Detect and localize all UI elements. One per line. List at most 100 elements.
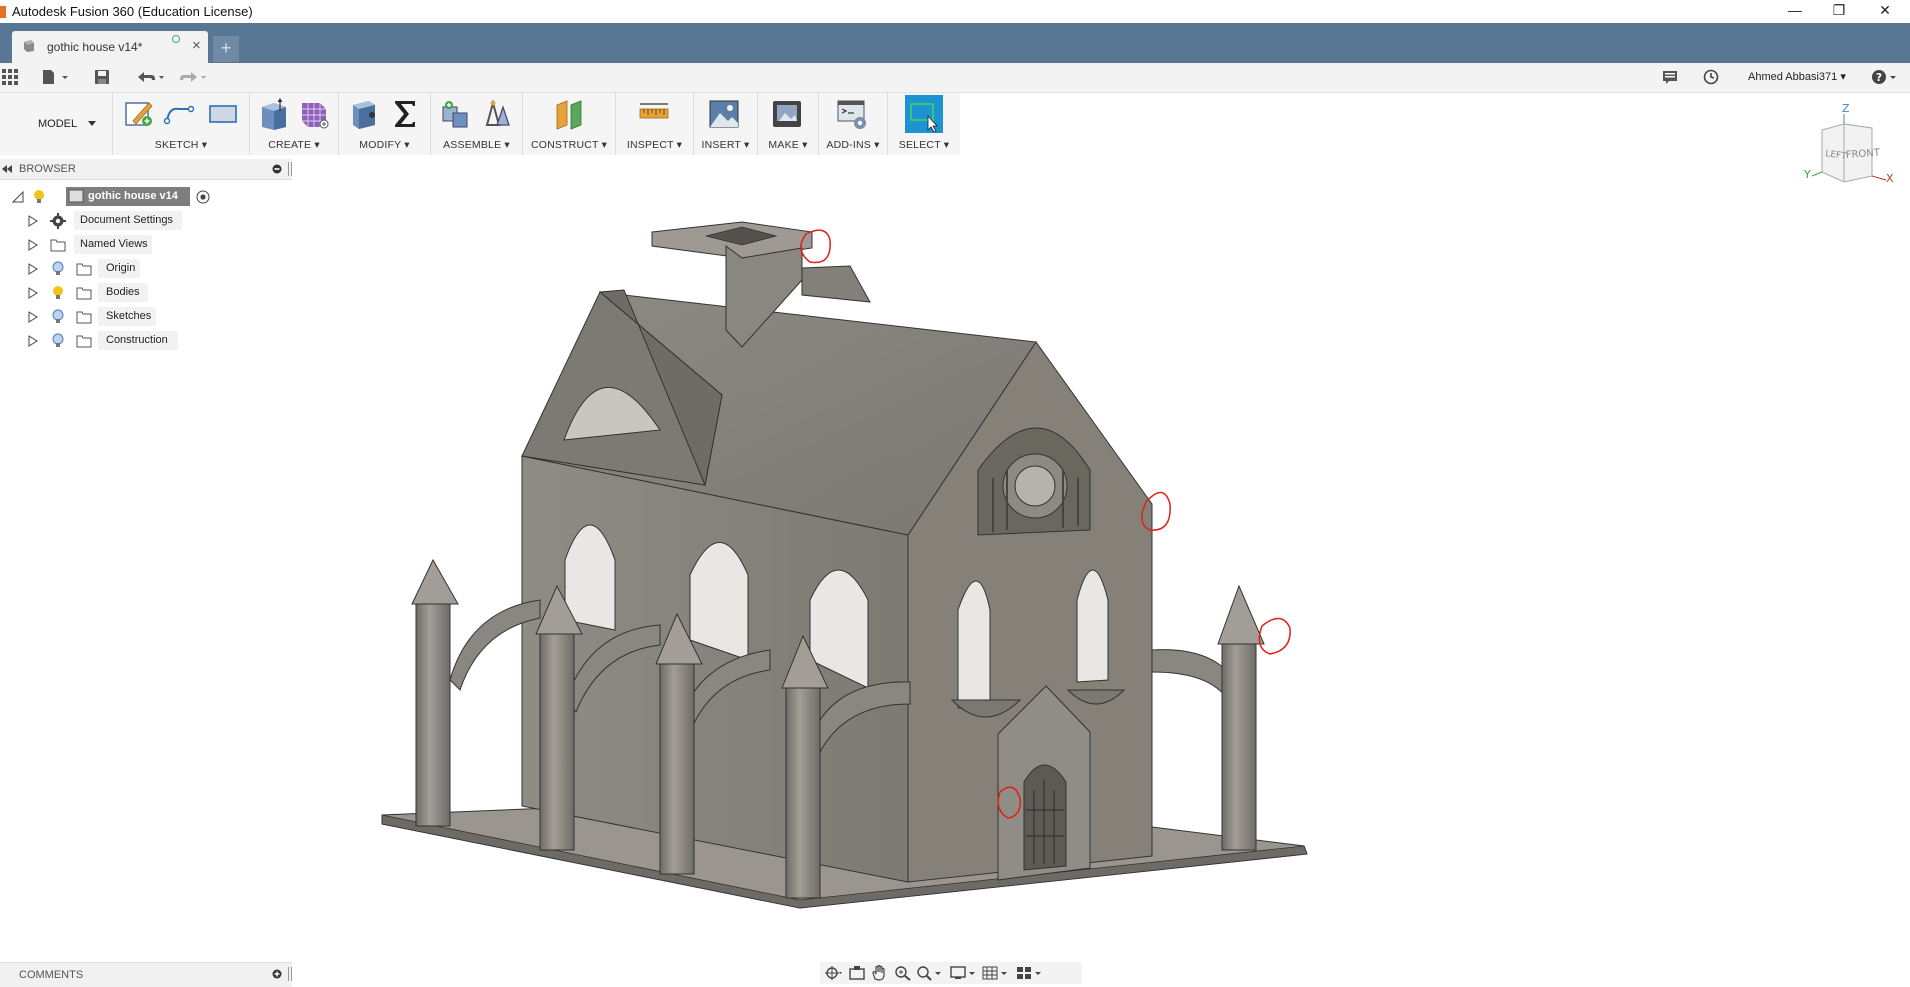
model-viewport[interactable] bbox=[292, 160, 1902, 960]
zoom-window-icon[interactable] bbox=[916, 965, 942, 981]
browser-item-label: Bodies bbox=[106, 286, 140, 298]
viewcube-front-face[interactable]: FRONT bbox=[1845, 148, 1881, 161]
root-component-chip[interactable]: gothic house v14 bbox=[66, 187, 190, 206]
joint-icon[interactable] bbox=[481, 97, 513, 131]
viewcube-z-label: Z bbox=[1842, 102, 1850, 115]
expand-arrow-icon[interactable] bbox=[28, 215, 38, 227]
comments-title: COMMENTS bbox=[19, 969, 84, 981]
notifications-icon[interactable] bbox=[1662, 69, 1678, 85]
browser-item-sketches[interactable]: Sketches bbox=[0, 306, 220, 328]
comments-resize-handle[interactable] bbox=[288, 967, 292, 981]
expand-arrow-icon[interactable] bbox=[28, 335, 38, 347]
browser-item-document-settings[interactable]: Document Settings bbox=[0, 210, 220, 232]
create-form-icon[interactable] bbox=[298, 97, 330, 131]
tab-gothic-house[interactable]: gothic house v14* × bbox=[12, 31, 208, 63]
browser-minimize-icon[interactable] bbox=[272, 164, 282, 174]
rectangle-tool-icon[interactable] bbox=[207, 97, 239, 131]
make-group: MAKE ▾ bbox=[757, 93, 818, 155]
modify-menu[interactable]: MODIFY ▾ bbox=[339, 139, 430, 151]
lightbulb-icon[interactable] bbox=[33, 189, 45, 205]
lightbulb-icon[interactable] bbox=[52, 261, 64, 277]
insert-canvas-icon[interactable] bbox=[708, 97, 740, 131]
user-account-menu[interactable]: Ahmed Abbasi371 ▾ bbox=[1748, 70, 1846, 83]
assemble-group: ASSEMBLE ▾ bbox=[430, 93, 522, 155]
sketch-menu[interactable]: SKETCH ▾ bbox=[113, 139, 249, 151]
line-tool-icon[interactable] bbox=[163, 97, 195, 131]
inspect-menu[interactable]: INSPECT ▾ bbox=[616, 139, 693, 151]
lightbulb-icon[interactable] bbox=[52, 309, 64, 325]
add-comment-icon[interactable] bbox=[272, 969, 282, 979]
help-dropdown-icon[interactable] bbox=[1889, 69, 1897, 85]
folder-icon bbox=[76, 335, 92, 348]
undo-icon[interactable] bbox=[135, 69, 165, 85]
scripts-addins-icon[interactable] bbox=[836, 97, 868, 131]
insert-menu[interactable]: INSERT ▾ bbox=[694, 139, 757, 151]
select-menu[interactable]: SELECT ▾ bbox=[888, 139, 960, 151]
minimize-button[interactable]: — bbox=[1772, 0, 1818, 23]
browser-item-construction[interactable]: Construction bbox=[0, 330, 220, 352]
app-grid-icon[interactable] bbox=[2, 69, 18, 85]
create-menu[interactable]: CREATE ▾ bbox=[250, 139, 338, 151]
construct-menu[interactable]: CONSTRUCT ▾ bbox=[523, 139, 615, 151]
expand-arrow-icon[interactable] bbox=[28, 239, 38, 251]
gothic-house-model[interactable] bbox=[381, 221, 1308, 909]
expand-triangle-icon[interactable] bbox=[12, 191, 24, 203]
close-button[interactable]: ✕ bbox=[1862, 0, 1908, 23]
lightbulb-icon[interactable] bbox=[52, 333, 64, 349]
folder-icon bbox=[76, 287, 92, 300]
chevron-down-icon bbox=[88, 121, 96, 126]
expand-arrow-icon[interactable] bbox=[28, 287, 38, 299]
browser-item-origin[interactable]: Origin bbox=[0, 258, 220, 280]
display-settings-icon[interactable] bbox=[950, 965, 976, 981]
create-sketch-icon[interactable] bbox=[123, 97, 155, 131]
activate-radio-icon[interactable] bbox=[196, 190, 210, 204]
measure-icon[interactable] bbox=[638, 97, 670, 131]
sum-parameters-icon[interactable] bbox=[389, 97, 421, 131]
save-icon[interactable] bbox=[94, 69, 110, 85]
viewports-icon[interactable] bbox=[1016, 965, 1042, 981]
browser-item-label: Origin bbox=[106, 262, 136, 274]
browser-item-bodies[interactable]: Bodies bbox=[0, 282, 220, 304]
modify-group: MODIFY ▾ bbox=[338, 93, 430, 155]
addins-menu[interactable]: ADD-INS ▾ bbox=[819, 139, 887, 151]
3d-print-icon[interactable] bbox=[771, 97, 803, 131]
redo-icon[interactable] bbox=[177, 69, 207, 85]
collapse-panel-icon[interactable] bbox=[2, 165, 12, 173]
help-icon[interactable]: ? bbox=[1871, 69, 1887, 85]
assemble-menu[interactable]: ASSEMBLE ▾ bbox=[431, 139, 522, 151]
lightbulb-icon[interactable] bbox=[52, 285, 64, 301]
create-group: CREATE ▾ bbox=[249, 93, 338, 155]
quick-access-bar: Ahmed Abbasi371 ▾ ? bbox=[0, 63, 1910, 93]
orbit-icon[interactable] bbox=[824, 965, 842, 981]
component-icon bbox=[68, 189, 84, 203]
folder-icon bbox=[76, 311, 92, 324]
look-at-icon[interactable] bbox=[848, 965, 866, 981]
pan-hand-icon[interactable] bbox=[870, 965, 888, 981]
select-window-icon bbox=[910, 103, 938, 132]
extrude-icon[interactable] bbox=[258, 97, 290, 131]
browser-item-named-views[interactable]: Named Views bbox=[0, 234, 220, 256]
expand-arrow-icon[interactable] bbox=[28, 311, 38, 323]
new-tab-button[interactable]: + bbox=[213, 36, 239, 62]
make-menu[interactable]: MAKE ▾ bbox=[758, 139, 818, 151]
workspace-switcher[interactable]: MODEL bbox=[8, 93, 118, 155]
tab-label: gothic house v14* bbox=[47, 40, 143, 54]
offset-plane-icon[interactable] bbox=[553, 97, 585, 131]
expand-arrow-icon[interactable] bbox=[28, 263, 38, 275]
title-bar: Autodesk Fusion 360 (Education License) … bbox=[0, 0, 1910, 23]
browser-root-row[interactable]: gothic house v14 bbox=[0, 186, 220, 208]
new-component-icon[interactable] bbox=[439, 97, 471, 131]
job-status-icon[interactable] bbox=[1703, 69, 1719, 85]
zoom-icon[interactable] bbox=[894, 965, 912, 981]
browser-item-label: Named Views bbox=[80, 238, 148, 250]
grid-settings-icon[interactable] bbox=[982, 965, 1008, 981]
tab-close-icon[interactable]: × bbox=[192, 37, 201, 54]
inspect-group: INSPECT ▾ bbox=[615, 93, 693, 155]
browser-panel-header: BROWSER bbox=[0, 159, 292, 180]
gear-icon bbox=[50, 213, 66, 229]
document-icon bbox=[24, 40, 34, 52]
press-pull-icon[interactable] bbox=[347, 97, 379, 131]
folder-icon bbox=[50, 239, 66, 252]
restore-button[interactable]: ❐ bbox=[1816, 0, 1862, 23]
file-menu-icon[interactable] bbox=[42, 69, 70, 85]
